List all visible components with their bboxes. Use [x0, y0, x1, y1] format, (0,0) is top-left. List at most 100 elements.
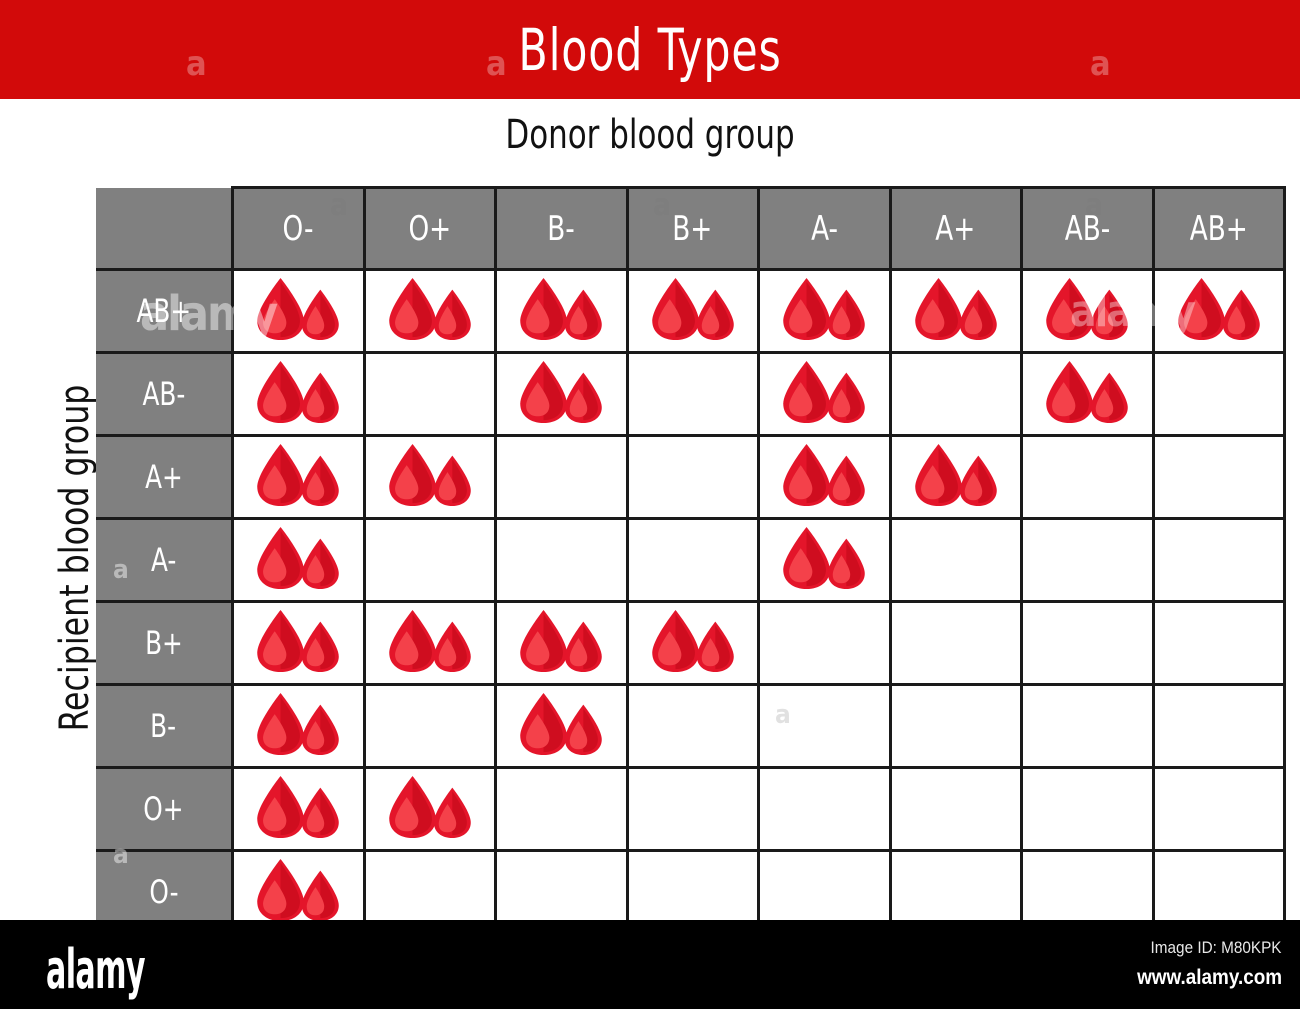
cell-B+-O+: [362, 600, 497, 686]
column-header-label: A+: [935, 208, 976, 249]
blood-drops-icon: [1172, 276, 1266, 342]
cell-B+-O-: [231, 600, 366, 686]
cell-O+-B+: [625, 766, 760, 852]
row-header-label: O-: [148, 873, 179, 911]
cell-AB--O-: [231, 351, 366, 437]
row-header-bminus: B-: [96, 683, 234, 769]
recipient-axis-label: Recipient blood group: [52, 384, 98, 732]
column-header-label: A-: [810, 208, 838, 249]
cell-AB+-B+: [625, 268, 760, 354]
cell-A+-B-: [494, 434, 629, 520]
row-header-bplus: B+: [96, 600, 234, 686]
cell-A--B-: [494, 517, 629, 603]
cell-A+-B+: [625, 434, 760, 520]
row-header-label: A-: [150, 541, 177, 579]
cell-B--B+: [625, 683, 760, 769]
column-header-label: B-: [547, 208, 576, 249]
cell-A--O+: [362, 517, 497, 603]
blood-drops-icon: [383, 276, 477, 342]
blood-drops-icon: [251, 857, 345, 923]
row-header-abplus: AB+: [96, 268, 234, 354]
cell-O+-A+: [888, 766, 1023, 852]
blood-drops-icon: [777, 442, 871, 508]
cell-B--A+: [888, 683, 1023, 769]
table-row: A-: [96, 517, 1286, 603]
cell-B+-B+: [625, 600, 760, 686]
blood-drops-icon: [514, 359, 608, 425]
cell-AB--A+: [888, 351, 1023, 437]
cell-B--AB+: [1151, 683, 1286, 769]
column-header-label: O+: [408, 208, 452, 249]
cell-A--A+: [888, 517, 1023, 603]
blood-drops-icon: [383, 774, 477, 840]
cell-A--A-: [757, 517, 892, 603]
donor-axis-label: Donor blood group: [505, 112, 795, 158]
table-corner-cell: [96, 187, 234, 271]
blood-drops-icon: [251, 691, 345, 757]
cell-B--O+: [362, 683, 497, 769]
cell-A+-A+: [888, 434, 1023, 520]
cell-AB+-O+: [362, 268, 497, 354]
blood-drops-icon: [251, 774, 345, 840]
blood-drops-icon: [1040, 276, 1134, 342]
row-header-aminus: A-: [96, 517, 234, 603]
row-header-label: B-: [150, 707, 177, 745]
table-header-row: O- O+ B- B+ A- A+ AB- AB+: [96, 186, 1286, 271]
cell-A--B+: [625, 517, 760, 603]
cell-AB--O+: [362, 351, 497, 437]
cell-O+-A-: [757, 766, 892, 852]
blood-drops-icon: [777, 276, 871, 342]
row-header-abminus: AB-: [96, 351, 234, 437]
blood-compatibility-table: O- O+ B- B+ A- A+ AB- AB+ AB+ AB- A+ A- B+ B- O+ O-: [96, 186, 1286, 935]
alamy-footer-bar: alamy Image ID: M80KPK www.alamy.com: [0, 920, 1300, 1009]
cell-AB+-A-: [757, 268, 892, 354]
table-row: AB+: [96, 268, 1286, 354]
cell-B+-AB+: [1151, 600, 1286, 686]
column-header-label: B+: [672, 208, 713, 249]
row-header-label: B+: [144, 624, 183, 662]
cell-B--O-: [231, 683, 366, 769]
blood-drops-icon: [909, 276, 1003, 342]
cell-A--AB-: [1020, 517, 1155, 603]
cell-AB+-AB-: [1020, 268, 1155, 354]
blood-drops-icon: [514, 691, 608, 757]
cell-A+-O+: [362, 434, 497, 520]
image-id-text: Image ID: M80KPK: [1151, 938, 1282, 957]
column-header-label: AB+: [1189, 208, 1248, 249]
blood-drops-icon: [251, 608, 345, 674]
title-banner: a a a Blood Types: [0, 0, 1300, 99]
row-header-label: AB-: [142, 375, 185, 413]
alamy-url-text: www.alamy.com: [1137, 966, 1282, 989]
cell-AB+-A+: [888, 268, 1023, 354]
column-header-oplus: O+: [362, 186, 497, 271]
cell-B+-A-: [757, 600, 892, 686]
column-header-ominus: O-: [231, 186, 366, 271]
cell-O+-B-: [494, 766, 629, 852]
cell-A+-O-: [231, 434, 366, 520]
row-header-label: A+: [144, 458, 183, 496]
column-header-abminus: AB-: [1020, 186, 1155, 271]
cell-A+-AB+: [1151, 434, 1286, 520]
alamy-logo: alamy: [46, 938, 146, 1001]
blood-drops-icon: [251, 359, 345, 425]
cell-A--O-: [231, 517, 366, 603]
cell-AB--AB-: [1020, 351, 1155, 437]
cell-B--AB-: [1020, 683, 1155, 769]
cell-O+-O+: [362, 766, 497, 852]
column-header-label: AB-: [1064, 208, 1111, 249]
cell-AB+-AB+: [1151, 268, 1286, 354]
blood-drops-icon: [251, 525, 345, 591]
row-header-label: O+: [143, 790, 184, 828]
blood-drops-icon: [777, 525, 871, 591]
cell-AB--B+: [625, 351, 760, 437]
page-title: Blood Types: [518, 15, 782, 84]
row-header-label: AB+: [136, 292, 191, 330]
blood-drops-icon: [646, 276, 740, 342]
cell-B--A-: [757, 683, 892, 769]
cell-AB--B-: [494, 351, 629, 437]
blood-drops-icon: [1040, 359, 1134, 425]
column-header-aminus: A-: [757, 186, 892, 271]
blood-drops-icon: [383, 442, 477, 508]
cell-O+-AB-: [1020, 766, 1155, 852]
column-header-bminus: B-: [494, 186, 629, 271]
